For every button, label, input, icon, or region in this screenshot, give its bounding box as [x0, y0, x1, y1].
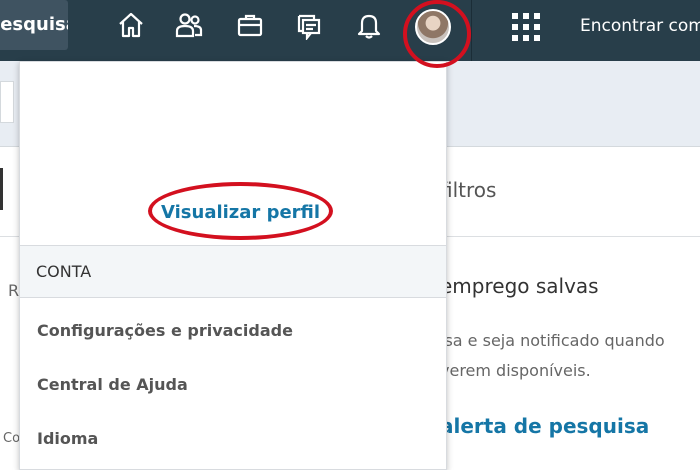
network-icon[interactable] — [172, 8, 206, 42]
notice-line-2: verem disponíveis. — [440, 361, 591, 380]
menu-item-language[interactable]: Idioma — [37, 429, 98, 448]
left-small-text: Co — [3, 431, 21, 446]
jobs-icon[interactable] — [233, 8, 267, 42]
work-grid-icon[interactable] — [512, 13, 540, 41]
create-alert-link[interactable]: alerta de pesquisa — [440, 414, 649, 438]
left-letter: R — [8, 281, 20, 300]
account-section-header: CONTA — [20, 245, 446, 298]
menu-item-settings[interactable]: Configurações e privacidade — [37, 321, 293, 340]
top-navigation-bar: Pesquisar Encontrar com — [0, 0, 700, 61]
search-button[interactable]: Pesquisar — [0, 0, 68, 50]
messaging-icon[interactable] — [292, 8, 326, 42]
home-icon[interactable] — [114, 8, 148, 42]
find-link[interactable]: Encontrar com — [580, 0, 700, 50]
notice-line-1: isa e seja notificado quando — [440, 331, 665, 350]
search-button-label: Pesquisar — [0, 14, 68, 35]
saved-jobs-heading: emprego salvas — [440, 274, 599, 298]
filters-label[interactable]: filtros — [440, 178, 496, 202]
left-field-edge — [0, 168, 3, 210]
search-field-edge[interactable] — [0, 81, 14, 123]
view-profile-link[interactable]: Visualizar perfil — [161, 202, 320, 223]
notifications-icon[interactable] — [352, 8, 386, 42]
account-dropdown: Visualizar perfil CONTA Configurações e … — [19, 61, 447, 470]
menu-item-help-center[interactable]: Central de Ajuda — [37, 375, 188, 394]
nav-divider — [471, 0, 472, 61]
avatar[interactable] — [415, 9, 451, 45]
